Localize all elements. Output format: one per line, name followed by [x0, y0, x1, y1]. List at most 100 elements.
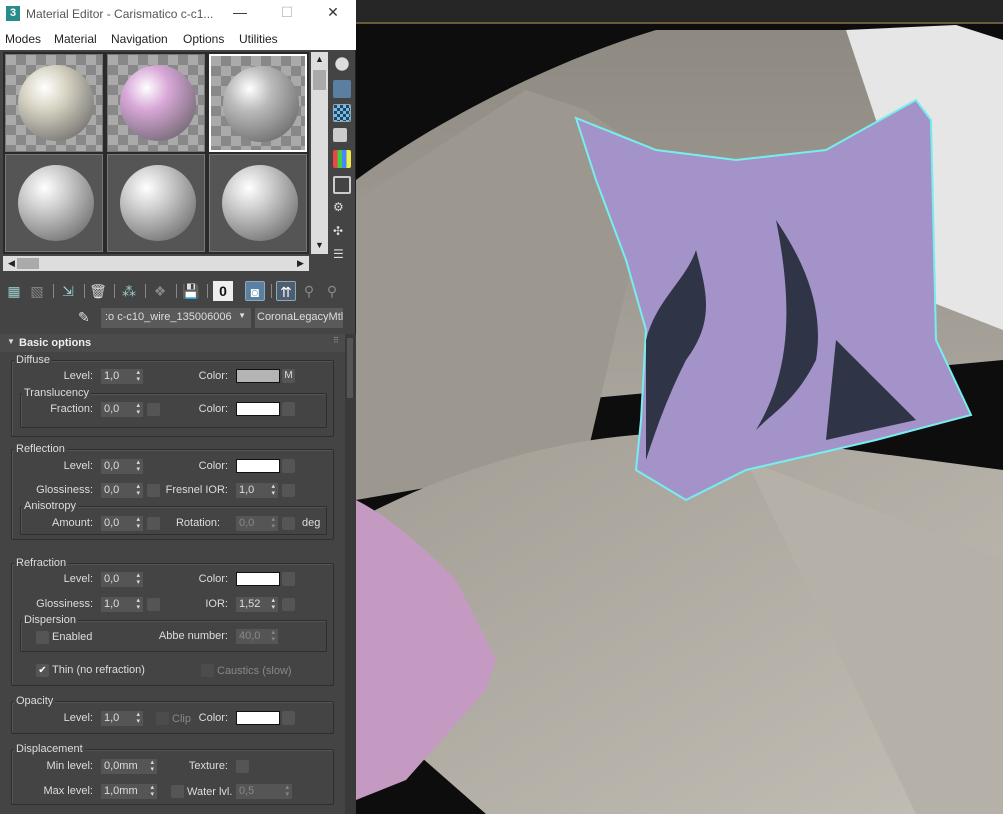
- thin-checkbox[interactable]: ✔: [36, 664, 49, 677]
- diffuse-color-swatch[interactable]: [236, 369, 280, 383]
- clip-checkbox[interactable]: [156, 712, 169, 725]
- rollout-title: Basic options: [19, 337, 92, 349]
- refraction-level-spinner[interactable]: 0,0: [101, 572, 143, 587]
- go-to-parent-icon[interactable]: ⚲: [299, 281, 319, 301]
- reflection-color-swatch[interactable]: [236, 459, 280, 473]
- delete-icon[interactable]: 🗑: [88, 281, 108, 301]
- label: Rotation:: [175, 517, 220, 529]
- side-toolbar: ⚙ ✣ ☰: [330, 52, 354, 261]
- refraction-glossiness-spinner[interactable]: 1,0: [101, 597, 143, 612]
- refraction-glossiness-map-button[interactable]: [147, 598, 160, 611]
- minimize-button[interactable]: —: [229, 4, 251, 24]
- menu-material[interactable]: Material: [54, 32, 97, 46]
- panel-scrollbar[interactable]: [345, 334, 356, 814]
- slots-horizontal-scrollbar[interactable]: ◀ ▶: [3, 256, 309, 271]
- translucency-fraction-spinner[interactable]: 0,0: [101, 402, 143, 417]
- group-title: Displacement: [14, 743, 85, 755]
- anisotropy-amount-map-button[interactable]: [147, 517, 160, 530]
- ior-spinner[interactable]: 1,52: [236, 597, 278, 612]
- sample-slot-selected[interactable]: [209, 54, 307, 152]
- material-name-dropdown[interactable]: :o c-c10_wire_135006006 ▼: [101, 308, 251, 328]
- sample-slot[interactable]: [209, 154, 307, 252]
- reflection-color-map-button[interactable]: [282, 459, 295, 473]
- caustics-checkbox[interactable]: [201, 664, 214, 677]
- menu-navigation[interactable]: Navigation: [111, 32, 168, 46]
- water-level-spinner[interactable]: 0,5: [236, 784, 292, 799]
- label: Abbe number:: [158, 630, 228, 642]
- make-preview-icon[interactable]: [333, 176, 351, 194]
- translucency-fraction-map-button[interactable]: [147, 403, 160, 416]
- show-shaded-in-viewport-icon[interactable]: ◙: [245, 281, 265, 301]
- opacity-color-map-button[interactable]: [282, 711, 295, 725]
- eyedropper-icon[interactable]: ✎: [78, 309, 90, 326]
- translucency-color-swatch[interactable]: [236, 402, 280, 416]
- get-material-icon[interactable]: ▦: [4, 281, 24, 301]
- label: Fraction:: [50, 403, 93, 415]
- displacement-texture-button[interactable]: [236, 760, 249, 773]
- label: Color:: [198, 712, 228, 724]
- sample-slot[interactable]: [5, 154, 103, 252]
- opacity-color-swatch[interactable]: [236, 711, 280, 725]
- 3d-viewport[interactable]: [356, 0, 1003, 814]
- chevron-down-icon: ▼: [238, 311, 246, 320]
- diffuse-map-button[interactable]: M: [282, 369, 295, 383]
- group-title: Refraction: [14, 557, 69, 569]
- refraction-color-swatch[interactable]: [236, 572, 280, 586]
- sample-type-icon[interactable]: [333, 55, 351, 73]
- show-end-result-icon[interactable]: ⇈: [276, 281, 296, 301]
- menu-modes[interactable]: Modes: [5, 32, 41, 46]
- backlight-icon[interactable]: [333, 80, 351, 98]
- max-level-spinner[interactable]: 1,0mm: [101, 784, 157, 799]
- opacity-level-spinner[interactable]: 1,0: [101, 711, 143, 726]
- options-icon[interactable]: ⚙: [333, 200, 351, 218]
- slots-vertical-scrollbar[interactable]: ▲ ▼: [311, 52, 328, 254]
- make-unique-icon[interactable]: ⁂: [119, 281, 139, 301]
- fresnel-ior-spinner[interactable]: 1,0: [236, 483, 278, 498]
- menu-utilities[interactable]: Utilities: [239, 32, 278, 46]
- label: Color:: [198, 403, 228, 415]
- video-color-check-icon[interactable]: [333, 150, 351, 168]
- min-level-spinner[interactable]: 0,0mm: [101, 759, 157, 774]
- ior-map-button[interactable]: [282, 598, 295, 611]
- rollout-basic-options[interactable]: ▼ Basic options ⠿: [0, 334, 345, 352]
- sample-slot[interactable]: [107, 54, 205, 152]
- anisotropy-rotation-map-button[interactable]: [282, 517, 295, 530]
- uv-tiling-icon[interactable]: [333, 128, 347, 142]
- assign-to-selection-icon[interactable]: ⇲: [58, 281, 78, 301]
- reflection-glossiness-spinner[interactable]: 0,0: [101, 483, 143, 498]
- material-name-row: ✎ :o c-c10_wire_135006006 ▼ CoronaLegacyM…: [0, 306, 345, 330]
- abbe-number-spinner[interactable]: 40,0: [236, 629, 278, 644]
- background-icon[interactable]: [333, 104, 351, 122]
- menu-options[interactable]: Options: [183, 32, 224, 46]
- label: Thin (no refraction): [52, 664, 145, 676]
- material-editor-panel: 3 Material Editor - Carismatico c-c1... …: [0, 0, 356, 814]
- label: Texture:: [188, 760, 228, 772]
- close-button[interactable]: ✕: [322, 4, 344, 24]
- material-id-channel-icon[interactable]: 0: [213, 281, 233, 301]
- material-type-button[interactable]: CoronaLegacyMtl: [255, 308, 343, 328]
- sample-slot[interactable]: [5, 54, 103, 152]
- diffuse-level-spinner[interactable]: 1,0: [101, 369, 143, 384]
- window-title: Material Editor - Carismatico c-c1...: [26, 7, 214, 21]
- go-forward-sibling-icon[interactable]: ⚲: [322, 281, 342, 301]
- label: Water lvl.: [187, 786, 233, 798]
- save-to-library-icon[interactable]: 💾: [181, 281, 201, 301]
- refraction-color-map-button[interactable]: [282, 572, 295, 586]
- reflection-glossiness-map-button[interactable]: [147, 484, 160, 497]
- select-by-material-icon[interactable]: ✣: [333, 224, 351, 242]
- water-level-checkbox[interactable]: [171, 785, 184, 798]
- put-to-scene-icon[interactable]: ▧: [27, 281, 47, 301]
- label: Level:: [63, 573, 93, 585]
- dispersion-enabled-checkbox[interactable]: [36, 631, 49, 644]
- sample-slot[interactable]: [107, 154, 205, 252]
- material-map-navigator-icon[interactable]: ☰: [333, 247, 351, 265]
- make-copy-icon[interactable]: ❖: [150, 281, 170, 301]
- anisotropy-rotation-spinner[interactable]: 0,0: [236, 516, 278, 531]
- translucency-color-map-button[interactable]: [282, 402, 295, 416]
- reflection-level-spinner[interactable]: 0,0: [101, 459, 143, 474]
- material-sphere: [120, 65, 196, 141]
- label: Color:: [198, 573, 228, 585]
- fresnel-ior-map-button[interactable]: [282, 484, 295, 497]
- maximize-button[interactable]: ☐: [276, 4, 298, 24]
- anisotropy-amount-spinner[interactable]: 0,0: [101, 516, 143, 531]
